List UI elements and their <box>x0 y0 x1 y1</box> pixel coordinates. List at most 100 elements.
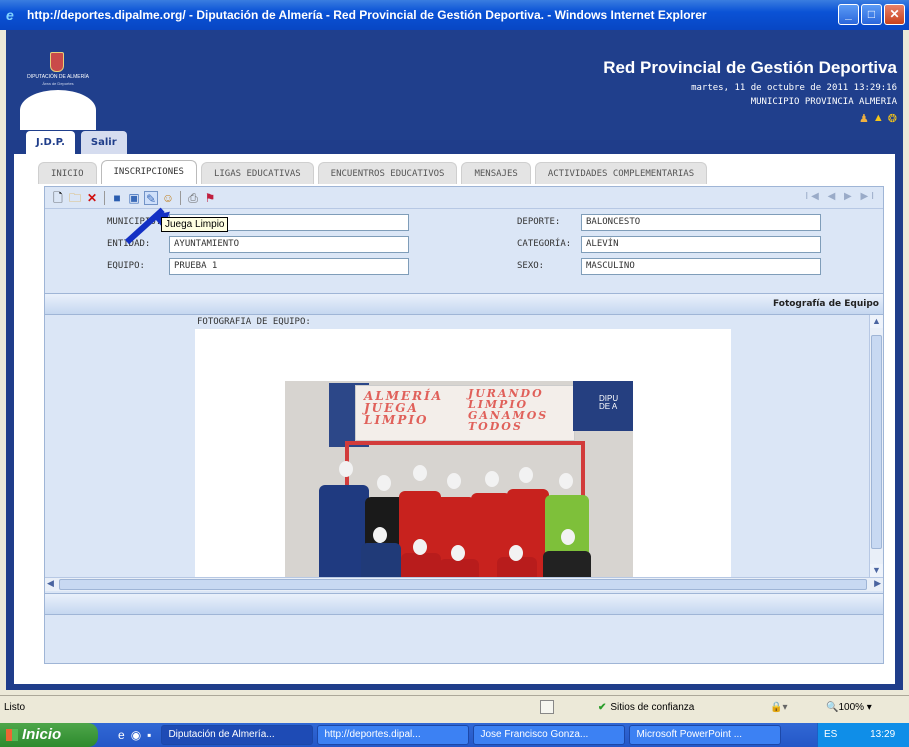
photo-label: FOTOGRAFIA DE EQUIPO: <box>197 317 311 327</box>
users-icon[interactable]: ☺ <box>161 191 175 205</box>
tab-actividades-complementarias[interactable]: ACTIVIDADES COMPLEMENTARIAS <box>534 162 708 184</box>
minimize-icon[interactable]: _ <box>838 4 859 25</box>
clock[interactable]: 13:29 <box>870 729 895 740</box>
photo-area: FOTOGRAFIA DE EQUIPO: ALMERÍA JUEGA LIMP… <box>45 315 883 577</box>
pdf-icon[interactable]: ⚑ <box>203 191 217 205</box>
scroll-right-icon[interactable]: ▶ <box>874 578 881 589</box>
photo-vertical-scrollbar[interactable]: ▲ ▼ <box>869 315 883 577</box>
windows-taskbar: Inicio e ◉ ▪ Diputación de Almería... ht… <box>0 723 909 747</box>
photo-section-header: Fotografía de Equipo <box>45 293 883 315</box>
browser-statusbar: Listo ✔ Sitios de confianza 🔒▾ 🔍100% ▾ <box>0 695 909 719</box>
tab-inicio[interactable]: INICIO <box>38 162 97 184</box>
close-icon[interactable]: ✕ <box>884 4 905 25</box>
categoria-field[interactable]: ALEVÍN <box>581 236 821 253</box>
delete-icon[interactable]: ✕ <box>85 191 99 205</box>
juega-limpio-icon[interactable]: ✎ <box>144 190 158 206</box>
logo-line2: Área de Deportes <box>42 81 74 86</box>
start-button[interactable]: Inicio <box>0 723 98 747</box>
player-head <box>447 473 461 489</box>
zoom-value: 100% <box>838 702 865 713</box>
player-head <box>559 473 573 489</box>
player <box>439 559 479 577</box>
record-pager[interactable]: I◀ ◀ ▶ ▶I <box>805 191 877 202</box>
check-icon: ✔ <box>598 702 607 713</box>
photo-icon[interactable]: ▣ <box>127 191 141 205</box>
tab-salir[interactable]: Salir <box>80 131 127 154</box>
taskbar-item-powerpoint[interactable]: Microsoft PowerPoint ... <box>629 725 782 745</box>
logo-line1: DIPUTACIÓN DE ALMERÍA <box>27 74 89 80</box>
player <box>361 543 401 577</box>
warning-icon[interactable]: ▲ <box>873 112 884 125</box>
toolbar: 🗋 🗀 ✕ ■ ▣ ✎ ☺ ⎙ ⚑ I◀ ◀ ▶ ▶I <box>45 187 883 209</box>
scroll-up-icon[interactable]: ▲ <box>870 315 883 328</box>
sexo-label: SEXO: <box>517 261 545 271</box>
zoom-level[interactable]: 🔍100% ▾ <box>826 702 872 713</box>
open-folder-icon[interactable]: 🗀 <box>68 191 82 205</box>
tooltip-juega-limpio: Juega Limpio <box>161 217 229 232</box>
taskbar-item-diputacion[interactable]: Diputación de Almería... <box>161 725 314 745</box>
desktop-quicklaunch-icon[interactable]: ▪ <box>147 728 151 742</box>
save-icon[interactable]: ■ <box>110 191 124 205</box>
player-head <box>509 545 523 561</box>
new-document-icon[interactable]: 🗋 <box>51 191 65 205</box>
deporte-field[interactable]: BALONCESTO <box>581 214 821 231</box>
system-tray: ES 13:29 <box>817 723 909 747</box>
player <box>543 551 591 577</box>
toolbar-separator <box>104 190 105 205</box>
sexo-field[interactable]: MASCULINO <box>581 258 821 275</box>
tab-jdp[interactable]: J.D.P. <box>26 131 75 154</box>
trusted-sites-zone[interactable]: ✔ Sitios de confianza <box>598 702 694 713</box>
app-frame: DIPUTACIÓN DE ALMERÍA Área de Deportes R… <box>6 30 903 690</box>
status-page-icon <box>540 700 554 714</box>
juega-limpio-banner: ALMERÍA JUEGA LIMPIO JURANDO LIMPIO GANA… <box>355 385 575 441</box>
header-municipality: MUNICIPIO PROVINCIA ALMERIA <box>750 97 897 107</box>
header-date: martes, 11 de octubre de 2011 13:29:16 <box>691 83 897 93</box>
scroll-left-icon[interactable]: ◀ <box>47 578 54 589</box>
coat-of-arms-icon <box>50 52 64 72</box>
tab-encuentros-educativos[interactable]: ENCUENTROS EDUCATIVOS <box>317 162 458 184</box>
hscroll-thumb[interactable] <box>59 579 867 590</box>
tab-ligas-educativas[interactable]: LIGAS EDUCATIVAS <box>200 162 314 184</box>
media-quicklaunch-icon[interactable]: ◉ <box>131 728 141 742</box>
window-title: http://deportes.dipalme.org/ - Diputació… <box>27 8 707 22</box>
scroll-thumb[interactable] <box>871 335 882 549</box>
content-footer-bar <box>45 593 883 615</box>
taskbar-items: Diputación de Almería... http://deportes… <box>161 725 782 745</box>
maximize-icon[interactable]: □ <box>861 4 882 25</box>
deporte-label: DEPORTE: <box>517 217 561 227</box>
site-header: DIPUTACIÓN DE ALMERÍA Área de Deportes R… <box>6 30 903 154</box>
tab-inscripciones[interactable]: INSCRIPCIONES <box>100 160 197 184</box>
taskbar-item-messenger[interactable]: Jose Francisco Gonza... <box>473 725 626 745</box>
equipo-label: EQUIPO: <box>107 261 145 271</box>
status-text: Listo <box>4 702 26 713</box>
toolbar-separator <box>180 190 181 205</box>
entidad-field[interactable]: AYUNTAMIENTO <box>169 236 409 253</box>
photo-section-title: Fotografía de Equipo <box>772 299 879 309</box>
ie-quicklaunch-icon[interactable]: e <box>118 728 125 742</box>
photo-horizontal-scrollbar[interactable]: ◀ ▶ <box>45 577 883 591</box>
windows-logo-icon <box>6 729 18 741</box>
tab-mensajes[interactable]: MENSAJES <box>461 162 531 184</box>
user-icon[interactable]: ♟ <box>859 112 869 125</box>
logo-arc <box>20 90 96 130</box>
equipo-field[interactable]: PRUEBA 1 <box>169 258 409 275</box>
sub-tabs: INICIO INSCRIPCIONES LIGAS EDUCATIVAS EN… <box>38 160 708 184</box>
player-head <box>451 545 465 561</box>
diputacion-logo: DIPUTACIÓN DE ALMERÍA Área de Deportes <box>18 52 98 130</box>
scroll-down-icon[interactable]: ▼ <box>870 564 883 577</box>
banner-text-right: JURANDO LIMPIO GANAMOS TODOS <box>468 387 549 433</box>
ie-icon: e <box>6 7 14 23</box>
player-head <box>561 529 575 545</box>
main-panel: INICIO INSCRIPCIONES LIGAS EDUCATIVAS EN… <box>14 154 895 684</box>
player-head <box>339 461 353 477</box>
trusted-sites-label: Sitios de confianza <box>610 702 695 713</box>
inscripciones-content: 🗋 🗀 ✕ ■ ▣ ✎ ☺ ⎙ ⚑ I◀ ◀ ▶ ▶I Juega Limpio… <box>44 186 884 664</box>
taskbar-item-deportes[interactable]: http://deportes.dipal... <box>317 725 470 745</box>
security-icon[interactable]: 🔒▾ <box>770 702 787 713</box>
flag-right: DIPU DE A <box>573 381 633 431</box>
player-head <box>519 467 533 483</box>
print-icon[interactable]: ⎙ <box>186 191 200 205</box>
help-icon[interactable]: ❂ <box>888 112 897 125</box>
quick-launch: e ◉ ▪ <box>118 728 151 742</box>
language-indicator[interactable]: ES <box>824 729 837 740</box>
